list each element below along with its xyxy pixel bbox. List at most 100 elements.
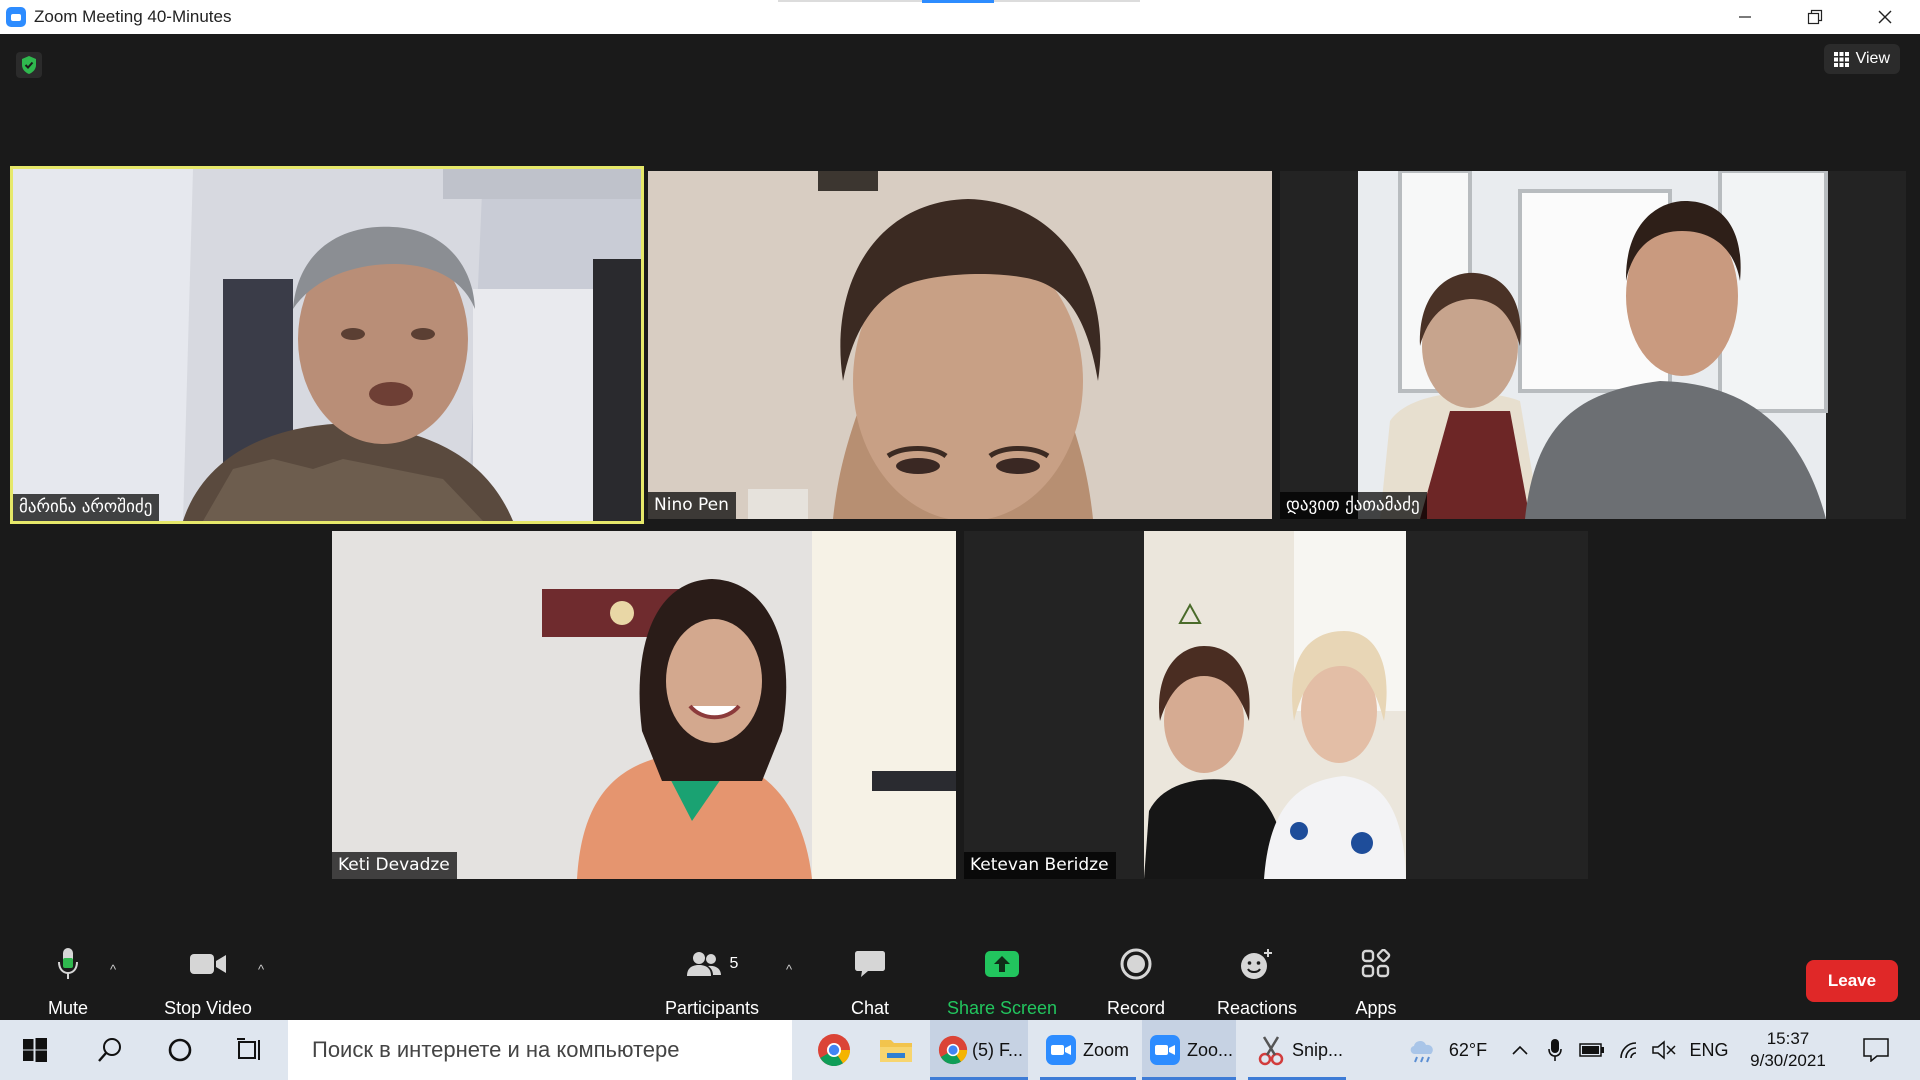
windows-taskbar: Поиск в интернете и на компьютере (5) F.… [0,1020,1920,1080]
participant-name: დავით ქათამაძე [1280,492,1427,519]
zoom-app-icon [1150,1035,1180,1065]
mute-label: Mute [47,998,89,1018]
taskbar-app-label: Snip... [1292,1039,1344,1060]
taskbar-search-input[interactable]: Поиск в интернете и на компьютере [288,1020,792,1080]
tray-battery[interactable] [1574,1020,1610,1080]
record-icon [1120,948,1152,980]
start-button[interactable] [0,1020,70,1080]
microphone-icon [58,948,78,979]
search-icon [98,1038,121,1062]
windows-logo-icon [23,1038,47,1062]
share-screen-button[interactable]: Share Screen [946,944,1058,1019]
apps-icon [1361,949,1391,978]
video-tile[interactable]: დავით ქათამაძე [1280,171,1906,519]
video-tile[interactable]: Nino Pen [648,171,1272,519]
tray-volume[interactable] [1648,1020,1680,1080]
clock-date: 9/30/2021 [1750,1051,1826,1070]
participants-button[interactable]: 5 Participants [660,944,764,1019]
stop-video-label: Stop Video [164,998,252,1018]
chat-button[interactable]: Chat [840,944,900,1019]
security-shield-button[interactable] [16,52,42,78]
participant-name: Keti Devadze [332,852,457,879]
tray-microphone[interactable] [1540,1020,1570,1080]
taskbar-app-snipping[interactable]: Snip... [1248,1020,1346,1080]
chrome-icon [938,1035,968,1065]
weather-cloud-rain-icon [1410,1040,1433,1063]
notification-bubble-icon [1863,1038,1889,1062]
search-button[interactable] [76,1020,144,1080]
apps-label: Apps [1355,998,1397,1018]
mute-button[interactable]: Mute [36,944,100,1019]
view-button[interactable]: View [1823,44,1900,74]
minimize-button[interactable] [1710,0,1780,34]
battery-icon [1579,1043,1604,1057]
participant-name: Ketevan Beridze [964,852,1116,879]
participant-video-image [332,531,956,879]
view-label: View [1855,50,1890,67]
participants-icon [686,952,721,976]
participants-count: 5 [729,955,739,972]
shield-check-icon [22,56,36,74]
minimize-icon [1739,16,1751,18]
taskbar-chrome[interactable] [804,1020,864,1080]
reactions-label: Reactions [1216,998,1298,1018]
chat-bubble-icon [855,951,885,977]
participant-name: Nino Pen [648,492,736,519]
grid-icon [1833,51,1849,67]
taskbar-app-zoom[interactable]: Zoom [1040,1020,1136,1080]
video-tile-active-speaker[interactable]: მარინა აროშიძე [10,166,644,524]
window-title: Zoom Meeting 40-Minutes [34,7,232,26]
taskbar-app-label: Zoo... [1187,1039,1234,1060]
notifications-button[interactable] [1848,1020,1904,1080]
participant-video-image [13,169,641,521]
taskbar-clock[interactable]: 15:37 9/30/2021 [1736,1020,1840,1080]
taskbar-app-label: (5) F... [972,1039,1024,1060]
participant-name: მარინა აროშიძე [13,494,160,521]
tray-wifi[interactable] [1614,1020,1646,1080]
meeting-area: View მარინა აროშიძე Nino Pen დავით ქათამ… [0,34,1920,1020]
volume-muted-icon [1652,1040,1676,1060]
window-title-bar: Zoom Meeting 40-Minutes [0,0,1920,34]
audio-options-caret[interactable]: ^ [110,962,116,977]
participants-options-caret[interactable]: ^ [786,962,792,977]
apps-button[interactable]: Apps [1348,944,1404,1019]
clock-time: 15:37 [1766,1029,1810,1048]
chat-label: Chat [850,998,890,1018]
scissors-icon [1258,1036,1284,1066]
microphone-icon [1548,1039,1562,1061]
participants-label: Participants [664,998,760,1018]
zoom-logo-icon [6,7,26,27]
taskbar-app-label: Zoom [1083,1039,1130,1060]
weather-temperature: 62°F [1448,1039,1488,1060]
taskbar-app-chrome-facebook[interactable]: (5) F... [930,1020,1028,1080]
zoom-app-icon [1046,1035,1076,1065]
input-language-indicator[interactable]: ENG [1686,1020,1732,1080]
reactions-smiley-icon [1241,949,1272,979]
stop-video-button[interactable]: Stop Video [158,944,258,1019]
show-hidden-icons-button[interactable] [1504,1020,1536,1080]
restore-button[interactable] [1780,0,1850,34]
task-view-button[interactable] [216,1020,284,1080]
taskbar-app-zoom-meeting[interactable]: Zoo... [1142,1020,1236,1080]
reactions-button[interactable]: Reactions [1212,944,1302,1019]
folder-icon [880,1040,912,1062]
video-tile[interactable]: Keti Devadze [332,531,956,879]
top-progress-strip [778,0,1140,3]
close-button[interactable] [1850,0,1920,34]
record-button[interactable]: Record [1104,944,1168,1019]
video-tile[interactable]: Ketevan Beridze [964,531,1588,879]
record-label: Record [1106,998,1166,1018]
taskbar-file-explorer[interactable] [866,1020,926,1080]
restore-icon [1807,9,1823,25]
cortana-circle-icon [168,1038,192,1062]
participant-video-image [648,171,1272,519]
task-view-icon [237,1038,260,1060]
wifi-icon [1620,1042,1637,1059]
leave-button[interactable]: Leave [1806,960,1898,1002]
video-options-caret[interactable]: ^ [258,962,264,977]
weather-widget[interactable]: 62°F [1392,1020,1502,1080]
chrome-icon [818,1034,851,1067]
cortana-button[interactable] [146,1020,214,1080]
share-screen-icon [985,951,1019,977]
meeting-toolbar: Mute ^ Stop Video ^ 5 Participants ^ Cha… [0,944,1920,1020]
